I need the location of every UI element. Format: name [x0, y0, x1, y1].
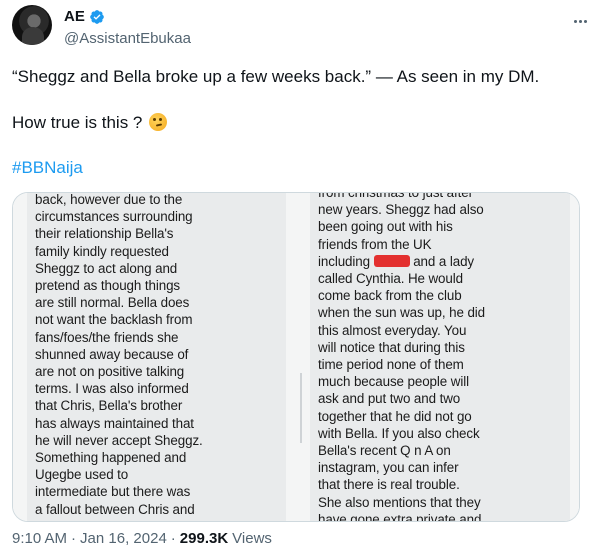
screenshot-text-line: has always maintained that [35, 415, 194, 431]
screenshot-text-line: from christmas to just after [318, 193, 564, 201]
redaction-mark [373, 254, 410, 267]
screenshot-text-line: Sheggz to act along and [35, 260, 178, 276]
screenshot-text-fragment: and a lady [409, 253, 475, 269]
scroll-indicator [300, 373, 302, 443]
thinking-face-icon [149, 113, 168, 131]
more-options-icon[interactable] [570, 11, 590, 31]
screenshot-text-line: friends from the UK [318, 236, 432, 252]
screenshot-text-line: this almost everyday. You [318, 322, 467, 338]
media-gutter-right [570, 193, 579, 521]
hashtag-link[interactable]: #BBNaija [12, 158, 83, 178]
author-handle[interactable]: @AssistantEbukaa [64, 30, 191, 47]
views-label: Views [232, 530, 272, 547]
tweet-media[interactable]: back, however due to the circumstances su… [12, 192, 580, 522]
screenshot-text-line: She also mentions that they [318, 494, 481, 510]
author-name[interactable]: AE [64, 8, 85, 25]
screenshot-text-line: intermediate but there was [35, 484, 191, 500]
screenshot-text-line: back, however due to the [35, 193, 183, 207]
screenshot-text-line: ask and put two and two [318, 391, 461, 407]
tweet-date[interactable]: Jan 16, 2024 [80, 530, 167, 547]
screenshot-text-line: a fallout between Chris and [35, 501, 195, 517]
author-name-row: AE [64, 8, 105, 25]
screenshot-text-line: when the sun was up, he did [318, 305, 486, 321]
screenshot-right-text: from christmas to just afternew years. S… [318, 193, 564, 521]
screenshot-text-line: called Cynthia. He would [318, 271, 463, 287]
screenshot-text-line: that there is real trouble. [318, 477, 460, 493]
screenshot-text-line: come back from the club [318, 288, 462, 304]
screenshot-text-line: Bella's recent Q n A on [318, 443, 451, 459]
screenshot-text-line: Ugegbe who were very close [35, 518, 280, 521]
tweet-time[interactable]: 9:10 AM [12, 530, 67, 547]
tweet-text-line-2: How true is this ? [12, 112, 168, 134]
screenshot-text-line: that Chris, Bella's brother [35, 398, 183, 414]
screenshot-text-fragment: including [318, 253, 370, 269]
avatar[interactable] [12, 5, 52, 45]
screenshot-text-line: much because people will [318, 374, 469, 390]
screenshot-text-line: with Bella. If you also check [318, 425, 480, 441]
screenshot-text-line: are still normal. Bella does [35, 295, 190, 311]
tweet-header: AE @AssistantEbukaa [12, 5, 592, 49]
screenshot-text-line: pretend as though things [35, 278, 181, 294]
media-gutter-left [13, 193, 27, 521]
screenshot-text-line: together that he did not go [318, 408, 472, 424]
screenshot-image-left[interactable]: back, however due to the circumstances su… [27, 193, 286, 521]
media-gutter-middle [286, 193, 310, 521]
screenshot-text-line: instagram, you can infer [318, 460, 459, 476]
tweet-question: How true is this ? [12, 113, 143, 132]
screenshot-text-line: their relationship Bella's [35, 226, 174, 242]
separator: · [170, 530, 176, 547]
screenshot-image-right[interactable]: from christmas to just afternew years. S… [310, 193, 570, 521]
screenshot-text-line: including and a lady [318, 253, 564, 270]
screenshot-text-line: new years. Sheggz had also [318, 202, 484, 218]
screenshot-text-line: will notice that during this [318, 339, 465, 355]
screenshot-text-line: time period none of them [318, 357, 464, 373]
tweet-text-line-1: “Sheggz and Bella broke up a few weeks b… [12, 67, 540, 86]
screenshot-text-line: have gone extra private and [318, 511, 482, 521]
separator: · [71, 530, 77, 547]
screenshot-text-line: family kindly requested [35, 243, 169, 259]
screenshot-text-line: been going out with his [318, 219, 453, 235]
screenshot-text-line: circumstances surrounding [35, 209, 193, 225]
verified-badge-icon [90, 9, 104, 24]
tweet-footer: 9:10 AM · Jan 16, 2024 · 299.3K Views [12, 530, 272, 547]
views-count[interactable]: 299.3K [180, 530, 228, 547]
